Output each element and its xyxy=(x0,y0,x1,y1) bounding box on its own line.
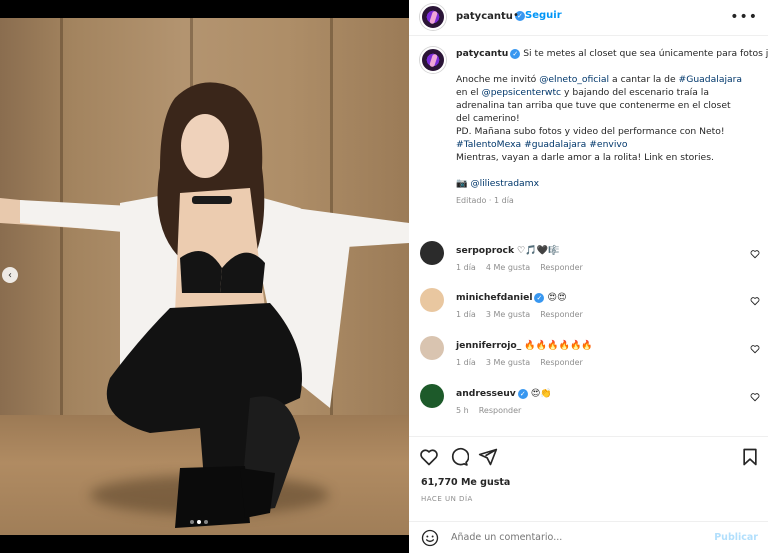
commenter-avatar[interactable] xyxy=(420,384,444,408)
follow-button[interactable]: Seguir xyxy=(525,10,562,21)
caption-text-part: Anoche me invitó xyxy=(456,74,540,85)
header-separator: • xyxy=(513,10,519,21)
comment-likes[interactable]: 3 Me gusta xyxy=(486,310,530,319)
hashtag-link[interactable]: #Guadalajara xyxy=(679,74,743,85)
caption-lead: Si te metes al closet que sea únicamente… xyxy=(523,48,768,59)
caption-text-part: y bajando del escenario traía la xyxy=(561,87,709,98)
save-bookmark-icon[interactable] xyxy=(740,447,760,467)
comment-body: 😍😍 xyxy=(547,292,567,303)
caption-text-part: PD. Mañana subo fotos y video del perfor… xyxy=(456,126,725,137)
commenter-avatar[interactable] xyxy=(420,241,444,265)
post-photo[interactable]: ‹ xyxy=(0,18,409,535)
comment-like-heart-icon[interactable] xyxy=(750,296,760,306)
comment-likes[interactable]: 4 Me gusta xyxy=(486,263,530,272)
caption-text-part: en el xyxy=(456,87,482,98)
carousel-dot xyxy=(204,520,208,524)
photo-figure xyxy=(0,82,409,528)
comment-body: 😍👏 xyxy=(530,388,552,399)
commenter-username[interactable]: jenniferrojo_ xyxy=(456,340,521,351)
post-actions: 61,770 Me gusta HACE UN DÍA Publicar xyxy=(409,436,768,553)
verified-badge-icon: ✓ xyxy=(510,48,521,59)
comment-likes[interactable]: 3 Me gusta xyxy=(486,358,530,367)
commenter-username[interactable]: minichefdaniel xyxy=(456,292,532,303)
publish-button[interactable]: Publicar xyxy=(714,532,758,543)
caption-text: patycantu ✓ Si te metes al closet que sea… xyxy=(456,47,768,207)
carousel-dot xyxy=(190,520,194,524)
share-icon[interactable] xyxy=(478,447,498,467)
post-side-panel: patycantu ✓ • Seguir ••• patycantu ✓ Si te… xyxy=(409,0,768,553)
mention-link[interactable]: @elneto_oficial xyxy=(539,74,609,85)
verified-badge-icon: ✓ xyxy=(534,292,545,303)
carousel-dot-active xyxy=(197,520,201,524)
comment-input[interactable] xyxy=(451,532,691,543)
like-heart-icon[interactable] xyxy=(419,447,439,467)
comment-body: 🔥🔥🔥🔥🔥🔥 xyxy=(524,340,593,351)
comment-meta: 5 h Responder xyxy=(456,406,531,415)
comment-row: minichefdaniel ✓ 😍😍 1 día 3 Me gusta Respond… xyxy=(420,288,760,328)
emoji-icon[interactable] xyxy=(421,529,439,547)
caption-text-part: a cantar la de xyxy=(609,74,679,85)
comment-time: 1 día xyxy=(456,310,476,319)
mention-link[interactable]: @pepsicenterwtc xyxy=(482,87,562,98)
comment-time: 5 h xyxy=(456,406,469,415)
comment-like-heart-icon[interactable] xyxy=(750,392,760,402)
camera-icon: 📷 xyxy=(456,178,468,189)
commenter-username[interactable]: andresseuv xyxy=(456,388,516,399)
likes-count-text[interactable]: 61,770 Me gusta xyxy=(421,477,510,488)
comment-text: serpoprock ♡🎵🖤🎼 xyxy=(456,245,560,256)
hashtag-link[interactable]: #guadalajara xyxy=(524,139,586,150)
verified-badge-icon: ✓ xyxy=(517,388,528,399)
hashtag-link[interactable]: #TalentoMexa xyxy=(456,139,521,150)
reply-button[interactable]: Responder xyxy=(540,358,583,367)
mention-link[interactable]: @liliestradamx xyxy=(470,178,539,189)
caption-text-part: Mientras, vayan a darle amor a la rolita… xyxy=(456,152,714,163)
author-avatar[interactable] xyxy=(420,4,446,30)
edited-timestamp: Editado · 1 día xyxy=(456,196,514,205)
letterbox-bottom xyxy=(0,535,409,553)
comments-scroll[interactable]: patycantu ✓ Si te metes al closet que sea… xyxy=(409,37,768,435)
caption-author-avatar[interactable] xyxy=(420,47,446,73)
caption-username[interactable]: patycantu xyxy=(456,48,508,59)
comment-like-heart-icon[interactable] xyxy=(750,344,760,354)
comment-composer: Publicar xyxy=(409,521,768,553)
carousel-dots xyxy=(190,520,208,524)
caption-text-part: adrenalina tan arriba que tuve que conte… xyxy=(456,100,731,111)
comment-text: minichefdaniel ✓ 😍😍 xyxy=(456,292,567,303)
comment-row: jenniferrojo_ 🔥🔥🔥🔥🔥🔥 1 día 3 Me gusta Respo… xyxy=(420,336,760,376)
comment-meta: 1 día 3 Me gusta Responder xyxy=(456,310,593,319)
comment-time: 1 día xyxy=(456,358,476,367)
author-username-text[interactable]: patycantu xyxy=(456,11,513,22)
carousel-prev-button[interactable]: ‹ xyxy=(2,267,18,283)
comment-time: 1 día xyxy=(456,263,476,272)
commenter-username[interactable]: serpoprock xyxy=(456,245,514,256)
comment-icon[interactable] xyxy=(449,447,469,467)
likes-count[interactable]: 61,770 Me gusta xyxy=(421,477,510,488)
reply-button[interactable]: Responder xyxy=(540,310,583,319)
comment-like-heart-icon[interactable] xyxy=(750,249,760,259)
comment-meta: 1 día 4 Me gusta Responder xyxy=(456,263,593,272)
post-header: patycantu ✓ • Seguir ••• xyxy=(409,0,768,36)
comment-meta: 1 día 3 Me gusta Responder xyxy=(456,358,593,367)
reply-button[interactable]: Responder xyxy=(540,263,583,272)
letterbox-top xyxy=(0,0,409,18)
comment-text: andresseuv ✓ 😍👏 xyxy=(456,388,552,399)
more-options-icon[interactable]: ••• xyxy=(730,9,758,25)
comment-row: andresseuv ✓ 😍👏 5 h Responder xyxy=(420,384,760,424)
hashtag-link[interactable]: #envivo xyxy=(589,139,627,150)
commenter-avatar[interactable] xyxy=(420,336,444,360)
comment-body: ♡🎵🖤🎼 xyxy=(517,245,560,256)
caption-text-part: del camerino! xyxy=(456,113,520,124)
commenter-avatar[interactable] xyxy=(420,288,444,312)
comment-text: jenniferrojo_ 🔥🔥🔥🔥🔥🔥 xyxy=(456,340,593,351)
comment-row: serpoprock ♡🎵🖤🎼 1 día 4 Me gusta Responder xyxy=(420,241,760,281)
reply-button[interactable]: Responder xyxy=(479,406,522,415)
post-time-ago: HACE UN DÍA xyxy=(421,495,473,503)
